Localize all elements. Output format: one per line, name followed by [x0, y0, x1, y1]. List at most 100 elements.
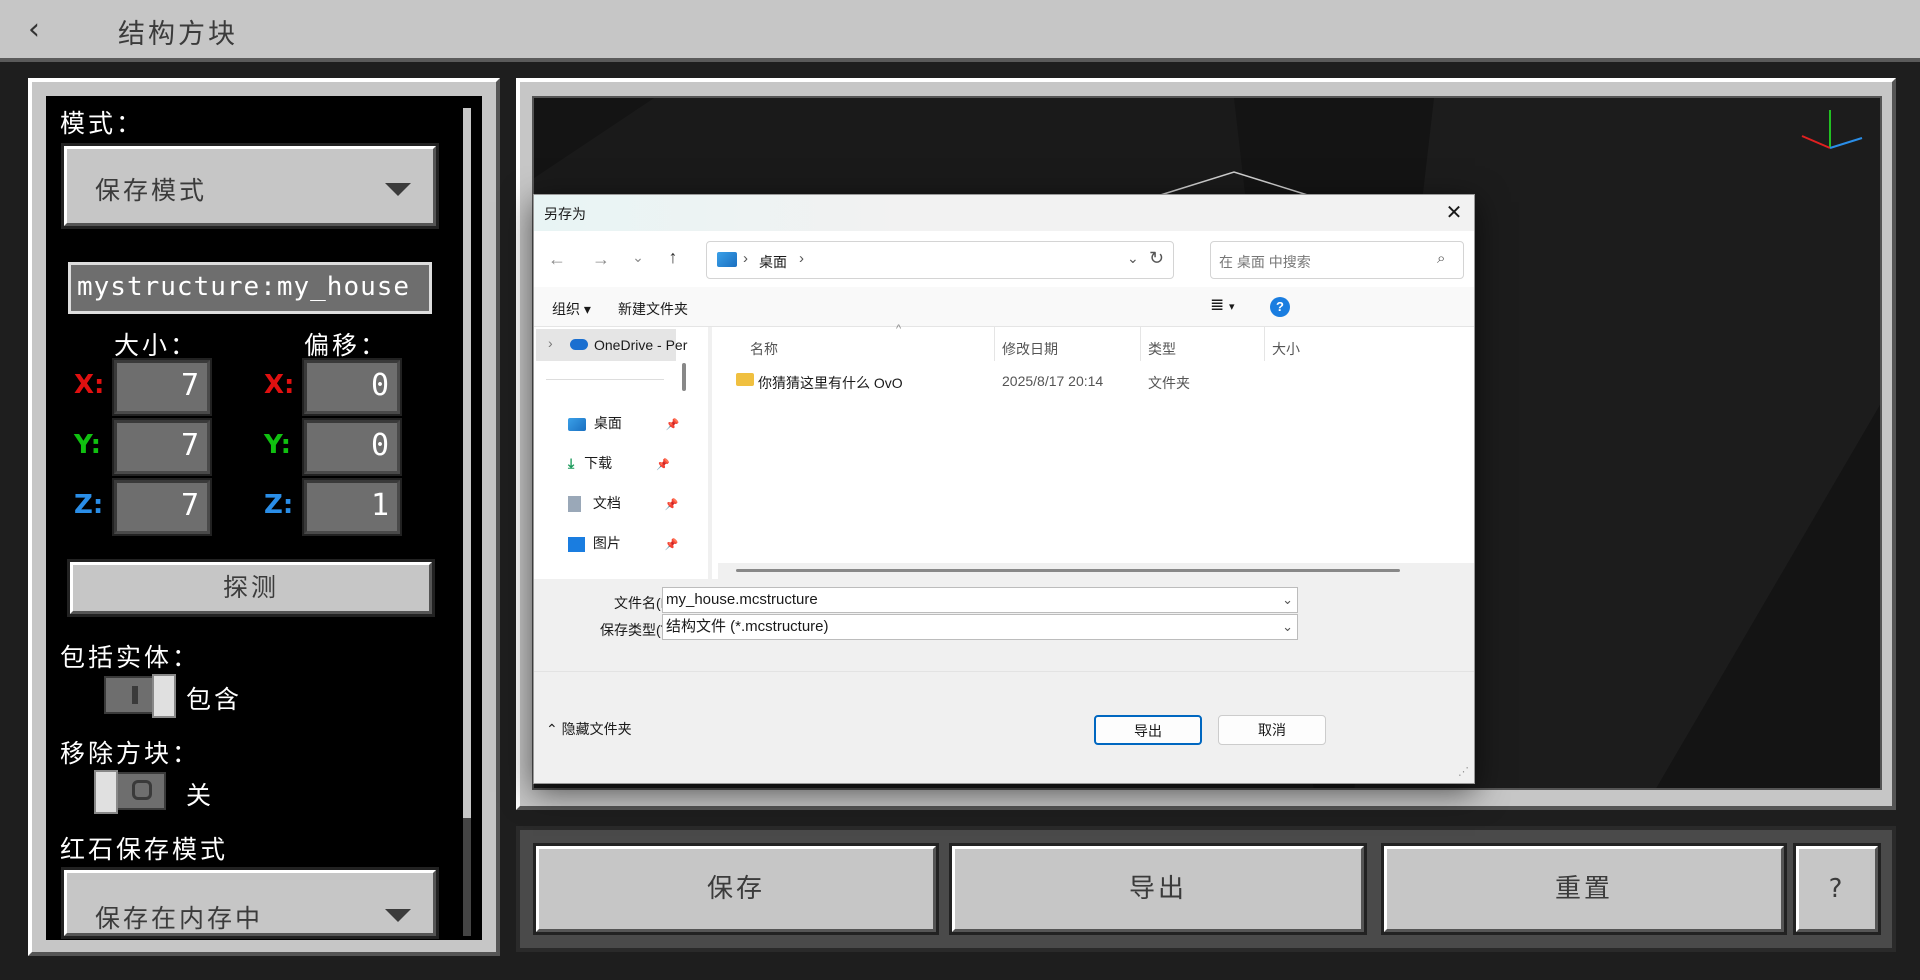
address-box[interactable]: › 桌面 › ⌄ ↻ — [706, 241, 1174, 279]
download-icon: ⤓ — [568, 455, 575, 471]
new-folder-button[interactable]: 新建文件夹 — [618, 299, 688, 319]
forward-arrow-icon[interactable]: → — [590, 249, 612, 270]
save-as-dialog: 另存为 ✕ ← → ⌄ ↑ › 桌面 › ⌄ ↻ 在 桌面 中搜索 ⌕ 组织 ▾… — [533, 194, 1475, 784]
include-entities-toggle[interactable] — [104, 674, 176, 718]
size-x-input[interactable]: 7 — [114, 360, 210, 414]
detect-button[interactable]: 探测 — [70, 562, 432, 614]
offset-x-input[interactable]: 0 — [304, 360, 400, 414]
size-x-label: X: — [74, 370, 105, 400]
size-y-input[interactable]: 7 — [114, 420, 210, 474]
settings-scrollbar[interactable] — [463, 108, 471, 818]
page-title: 结构方块 — [118, 19, 238, 50]
size-z-label: Z: — [74, 490, 104, 520]
cloud-icon — [570, 339, 588, 350]
dialog-cancel-button[interactable]: 取消 — [1218, 715, 1326, 745]
pin-icon: 📌 — [664, 539, 679, 551]
chevron-down-icon[interactable]: ⌄ — [1282, 615, 1293, 639]
nav-item-label: 图片 — [592, 535, 621, 551]
reset-button[interactable]: 重置 — [1384, 846, 1784, 932]
column-divider — [1264, 327, 1265, 361]
back-arrow-icon[interactable]: ← — [546, 249, 568, 270]
size-label: 大小： — [114, 331, 199, 360]
nav-scrollbar[interactable] — [682, 363, 686, 391]
nav-onedrive-label: OneDrive - Per — [594, 337, 688, 353]
nav-item-documents[interactable]: 文档 📌 — [568, 491, 678, 515]
offset-x-label: X: — [264, 370, 295, 400]
dialog-footer: 文件名(N): my_house.mcstructure ⌄ 保存类型(T): … — [534, 579, 1474, 783]
address-dropdown-icon[interactable]: ⌄ — [1127, 250, 1139, 267]
nav-item-pictures[interactable]: 图片 📌 — [568, 531, 678, 555]
view-list-icon[interactable]: ≣ ▾ — [1210, 295, 1235, 315]
column-header-name[interactable]: 名称 — [750, 339, 778, 359]
chevron-down-icon[interactable]: ⌄ — [1282, 588, 1293, 612]
horizontal-scrollbar-thumb[interactable] — [736, 569, 1400, 572]
offset-y-input[interactable]: 0 — [304, 420, 400, 474]
refresh-icon[interactable]: ↻ — [1149, 248, 1164, 269]
size-z-input[interactable]: 7 — [114, 480, 210, 534]
column-divider — [1140, 327, 1141, 361]
nav-item-label: 下载 — [584, 455, 613, 471]
desktop-icon — [568, 417, 586, 431]
breadcrumb-desktop[interactable]: 桌面 — [759, 252, 787, 272]
redstone-mode-dropdown[interactable]: 保存在内存中 — [64, 870, 436, 936]
file-type: 文件夹 — [1148, 375, 1190, 391]
mode-label: 模式： — [60, 109, 145, 138]
help-button[interactable]: ? — [1796, 846, 1878, 932]
mode-dropdown[interactable]: 保存模式 — [64, 146, 436, 226]
dialog-title: 另存为 — [544, 206, 586, 222]
column-header-modified[interactable]: 修改日期 — [1002, 339, 1058, 359]
close-icon[interactable]: ✕ — [1438, 199, 1470, 227]
hide-folders-button[interactable]: ⌃ 隐藏文件夹 — [546, 719, 632, 739]
horizontal-scrollbar-track — [718, 563, 1474, 579]
document-icon — [568, 496, 581, 513]
nav-item-desktop[interactable]: 桌面 📌 — [568, 411, 679, 435]
pin-icon: 📌 — [664, 499, 679, 511]
redstone-mode-label: 红石保存模式 — [60, 835, 229, 864]
breadcrumb-separator-icon: › — [743, 250, 748, 267]
up-arrow-icon[interactable]: ↑ — [662, 247, 684, 268]
folder-icon — [736, 373, 754, 386]
picture-icon — [568, 536, 585, 552]
filename-input[interactable]: my_house.mcstructure ⌄ — [662, 587, 1298, 613]
nav-item-downloads[interactable]: ⤓ 下载 📌 — [568, 451, 670, 475]
offset-label: 偏移： — [304, 331, 389, 360]
organize-label: 组织 — [552, 301, 580, 317]
file-name: 你猜猜这里有什么 OvO — [758, 375, 903, 391]
column-header-size[interactable]: 大小 — [1272, 339, 1300, 359]
export-button[interactable]: 导出 — [952, 846, 1364, 932]
file-modified: 2025/8/17 20:14 — [1002, 373, 1104, 389]
dialog-export-button[interactable]: 导出 — [1094, 715, 1202, 745]
chevron-down-icon — [385, 183, 411, 196]
chevron-left-icon: ‹ — [28, 12, 40, 47]
column-header-type[interactable]: 类型 — [1148, 339, 1176, 359]
address-bar-row: ← → ⌄ ↑ › 桌面 › ⌄ ↻ 在 桌面 中搜索 ⌕ — [534, 231, 1474, 287]
structure-name-input[interactable]: mystructure:my_house — [68, 262, 432, 314]
search-icon: ⌕ — [1437, 250, 1446, 267]
remove-blocks-toggle[interactable] — [94, 770, 166, 814]
toggle-knob — [94, 770, 118, 814]
nav-item-label: 桌面 — [593, 415, 622, 431]
dialog-toolbar: 组织 ▾ 新建文件夹 ≣ ▾ ? — [534, 287, 1474, 327]
search-box[interactable]: 在 桌面 中搜索 ⌕ — [1210, 241, 1464, 279]
organize-button[interactable]: 组织 ▾ — [552, 299, 591, 319]
nav-item-label: 文档 — [592, 495, 621, 511]
desktop-icon — [717, 252, 737, 267]
expand-chevron-icon[interactable]: › — [548, 335, 553, 351]
table-row[interactable]: 你猜猜这里有什么 OvO 2025/8/17 20:14 文件夹 — [712, 369, 1474, 395]
include-entities-label: 包括实体： — [60, 643, 201, 672]
help-icon[interactable]: ? — [1270, 297, 1290, 317]
dialog-button-area — [534, 671, 1474, 783]
save-button[interactable]: 保存 — [536, 846, 936, 932]
remove-blocks-state: 关 — [186, 781, 215, 810]
settings-scrollbar-track — [463, 818, 471, 936]
file-list: 名称 ^ 修改日期 类型 大小 你猜猜这里有什么 OvO 2025/8/17 2… — [712, 323, 1474, 579]
back-button[interactable]: ‹ — [14, 8, 54, 52]
offset-z-input[interactable]: 1 — [304, 480, 400, 534]
nav-onedrive[interactable]: › OneDrive - Per — [536, 329, 687, 361]
offset-y-label: Y: — [264, 430, 291, 460]
recent-chevron-down-icon[interactable]: ⌄ — [628, 249, 648, 266]
filetype-select[interactable]: 结构文件 (*.mcstructure) ⌄ — [662, 614, 1298, 640]
hide-folders-label: 隐藏文件夹 — [561, 721, 632, 737]
resize-grip-icon[interactable]: ⋰ — [1458, 765, 1469, 778]
search-placeholder: 在 桌面 中搜索 — [1219, 254, 1311, 270]
